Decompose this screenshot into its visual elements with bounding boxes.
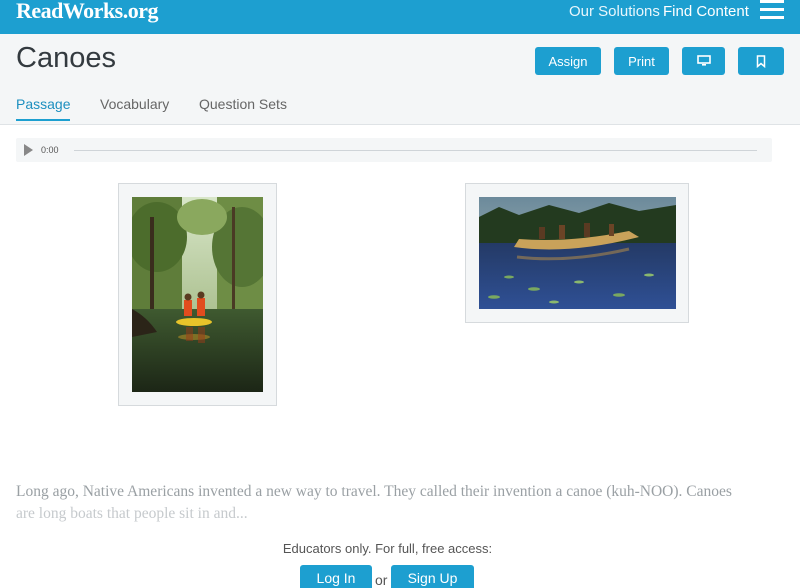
or-label: or (375, 572, 388, 588)
present-button[interactable] (682, 47, 725, 75)
assign-button[interactable]: Assign (535, 47, 601, 75)
tab-passage[interactable]: Passage (16, 96, 71, 121)
passage-line-1: Long ago, Native Americans invented a ne… (16, 483, 732, 500)
monitor-icon (696, 55, 711, 66)
passage-line-2: are long boats that people sit in and... (16, 505, 248, 522)
audio-time: 0:00 (41, 145, 59, 155)
educator-access-message: Educators only. For full, free access: (282, 541, 493, 556)
tab-question-sets[interactable]: Question Sets (199, 96, 287, 119)
play-icon[interactable] (24, 144, 33, 156)
passage-text: Long ago, Native Americans invented a ne… (16, 481, 786, 525)
nav-find-content[interactable]: Find Content (663, 3, 749, 20)
tab-vocabulary[interactable]: Vocabulary (100, 96, 169, 119)
hamburger-icon[interactable] (760, 0, 786, 22)
nav-our-solutions[interactable]: Our Solutions (569, 3, 660, 20)
sign-up-button[interactable]: Sign Up (391, 565, 474, 588)
kayak-swamp-image (132, 197, 263, 392)
top-navigation-bar: ReadWorks.org Our Solutions Find Content (0, 0, 800, 34)
page-title: Canoes (16, 42, 116, 74)
audio-player: 0:00 (16, 138, 772, 162)
image-frame-kayak (118, 183, 277, 406)
image-frame-canoe-painting (465, 183, 689, 323)
readworks-logo[interactable]: ReadWorks.org (16, 0, 159, 24)
print-button[interactable]: Print (614, 47, 669, 75)
bookmark-button[interactable] (738, 47, 784, 75)
bookmark-icon (756, 54, 766, 68)
log-in-button[interactable]: Log In (300, 565, 372, 588)
audio-progress-track[interactable] (74, 150, 757, 151)
canoe-painting-image (479, 197, 676, 309)
